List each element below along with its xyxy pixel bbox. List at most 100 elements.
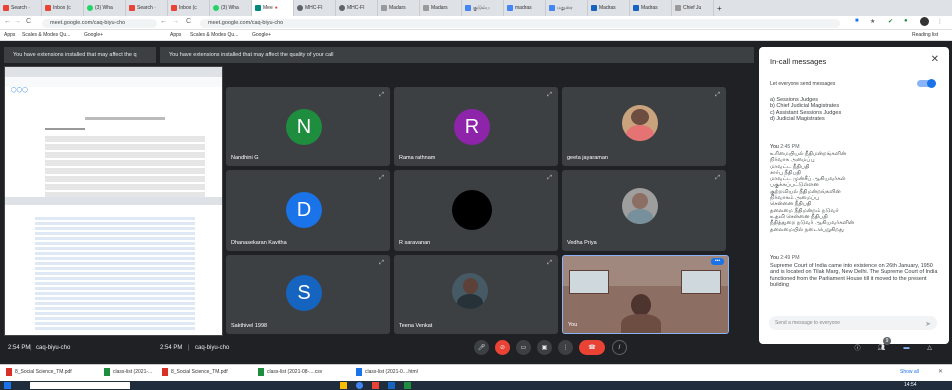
file-icon — [356, 368, 362, 376]
browser-tab[interactable]: MHC-FI — [336, 0, 378, 16]
reading-list[interactable]: Reading list — [912, 32, 938, 38]
participant-tile[interactable]: ⤢ Teena Venkat — [394, 255, 558, 334]
browser-tab[interactable]: (3) Wha — [210, 0, 252, 16]
camera-icon[interactable]: ■ — [855, 18, 859, 24]
browser-tab[interactable]: Chief Ju — [672, 0, 714, 16]
browser-tab[interactable]: Madras — [588, 0, 630, 16]
back-icon[interactable]: ← — [4, 18, 11, 25]
close-icon[interactable]: ✕ — [931, 54, 939, 65]
more-options-icon[interactable]: ⤢ — [547, 175, 552, 182]
download-item[interactable]: class-list (2021-08-....csv — [258, 368, 322, 376]
participant-tile[interactable]: ⤢ D Dhanasekaran Kavitha — [226, 170, 390, 251]
forward-icon[interactable]: → — [172, 18, 179, 25]
folder-icon[interactable] — [340, 382, 347, 389]
shared-tab-strip — [5, 67, 222, 77]
bookmark-apps[interactable]: Apps — [4, 32, 15, 38]
people-icon: 👥︎ — [877, 345, 886, 351]
person-head — [631, 294, 651, 316]
browser-tab[interactable]: MHC-FI — [294, 0, 336, 16]
close-icon[interactable]: ✕ — [938, 368, 943, 375]
reload-icon[interactable]: C — [26, 18, 31, 25]
browser-tab[interactable]: குடும்ப — [462, 0, 504, 16]
activities-button[interactable]: △ — [922, 340, 937, 355]
whatsapp-icon — [87, 5, 93, 11]
permission-label: Let everyone send messages — [770, 81, 836, 87]
new-tab-icon[interactable]: + — [714, 0, 728, 16]
bookmark-google[interactable]: Google+ — [252, 32, 271, 38]
present-button[interactable]: ▣ — [537, 340, 552, 355]
browser-tab[interactable]: madras — [504, 0, 546, 16]
show-all-button[interactable]: Show all — [900, 369, 919, 375]
microphone-button[interactable]: 🎤︎ — [474, 340, 489, 355]
browser-tab[interactable]: Madars — [420, 0, 462, 16]
participant-tile[interactable]: ⤢ Vedha Priya — [562, 170, 726, 251]
browser-tab[interactable]: (3) Wha — [84, 0, 126, 16]
url-bar-left[interactable]: meet.google.com/caq-biyu-cho — [42, 19, 157, 28]
word-icon[interactable] — [388, 382, 395, 389]
chrome-icon[interactable] — [356, 382, 363, 389]
send-icon[interactable]: ➤ — [925, 320, 931, 328]
chat-input[interactable]: Send a message to everyone — [769, 316, 937, 330]
slash-icon: / — [618, 344, 621, 351]
taskbar-search[interactable] — [30, 382, 130, 389]
gmail-icon — [129, 5, 135, 11]
page-icon — [381, 5, 387, 11]
more-options-button[interactable]: ⋮ — [558, 340, 573, 355]
more-options-icon[interactable]: ⤢ — [379, 175, 384, 182]
browser-tab-active[interactable]: Mee ● — [252, 0, 294, 16]
bookmark-scales[interactable]: Scales & Modes Qu... — [190, 32, 238, 38]
captions-button[interactable]: ▭ — [516, 340, 531, 355]
more-options-icon[interactable]: ⤢ — [715, 92, 720, 99]
participant-tile[interactable]: ⤢ R saravanan — [394, 170, 558, 251]
chat-icon: ▬ — [903, 344, 910, 351]
download-item[interactable]: class-list (2021-0....html — [356, 368, 418, 376]
more-options-icon[interactable]: ⤢ — [379, 260, 384, 267]
browser-tab[interactable]: Madras — [630, 0, 672, 16]
activities-button[interactable]: / — [612, 340, 627, 355]
camera-off-button[interactable]: ⊘ — [495, 340, 510, 355]
browser-tab[interactable]: Inbox (c — [42, 0, 84, 16]
bookmark-scales[interactable]: Scales & Modes Qu... — [22, 32, 70, 38]
star-icon[interactable]: ★ — [870, 18, 875, 25]
download-item[interactable]: 8_Social Science_TM.pdf — [6, 368, 72, 376]
participant-tile[interactable]: ⤢ S Sakthivel 1998 — [226, 255, 390, 334]
more-options-icon[interactable]: ⤢ — [547, 92, 552, 99]
participant-count-badge: 9 — [883, 337, 891, 345]
browser-tab[interactable]: மதுரை — [546, 0, 588, 16]
url-bar-right[interactable]: meet.google.com/caq-biyu-cho — [200, 19, 840, 28]
browser-tab[interactable]: Madars — [378, 0, 420, 16]
leave-call-button[interactable]: ☎ — [579, 340, 605, 355]
gmail-icon — [45, 5, 51, 11]
extension-icon[interactable]: ● — [904, 18, 908, 24]
chat-button[interactable]: ▬ — [899, 340, 914, 355]
participant-tile[interactable]: ⤢ N Nandhini G — [226, 87, 390, 166]
self-view-tile[interactable]: ••• You — [562, 255, 729, 334]
participant-tile[interactable]: ⤢ R Rama rathnam — [394, 87, 558, 166]
excel-icon[interactable] — [404, 382, 411, 389]
bookmark-apps[interactable]: Apps — [170, 32, 181, 38]
browser-tab[interactable]: Search · — [126, 0, 168, 16]
bookmark-google[interactable]: Google+ — [84, 32, 103, 38]
extension-icon[interactable]: ✔ — [888, 18, 893, 25]
browser-tab[interactable]: Search · — [0, 0, 42, 16]
send-messages-toggle[interactable] — [917, 79, 936, 88]
more-options-icon[interactable]: ⤢ — [379, 92, 384, 99]
forward-icon[interactable]: → — [14, 18, 21, 25]
avatar[interactable] — [920, 17, 929, 26]
back-icon[interactable]: ← — [160, 18, 167, 25]
file-icon — [104, 368, 110, 376]
app-icon[interactable] — [372, 382, 379, 389]
download-item[interactable]: 8_Social Science_TM.pdf — [162, 368, 228, 376]
reload-icon[interactable]: C — [186, 18, 191, 25]
windows-start-icon[interactable] — [4, 382, 11, 389]
browser-tab[interactable]: Inbox (c — [168, 0, 210, 16]
download-item[interactable]: class-list (2021-... — [104, 368, 152, 376]
avatar — [452, 273, 488, 309]
menu-icon[interactable]: ⋮ — [937, 18, 943, 25]
more-options-icon[interactable]: ⤢ — [547, 260, 552, 267]
whatsapp-icon — [213, 5, 219, 11]
meeting-details-button[interactable]: ⓘ — [850, 340, 865, 355]
participant-tile[interactable]: ⤢ geeta jayaraman — [562, 87, 726, 166]
presentation-screen: ◯◯◯ — [4, 66, 223, 336]
more-options-icon[interactable]: ⤢ — [715, 175, 720, 182]
